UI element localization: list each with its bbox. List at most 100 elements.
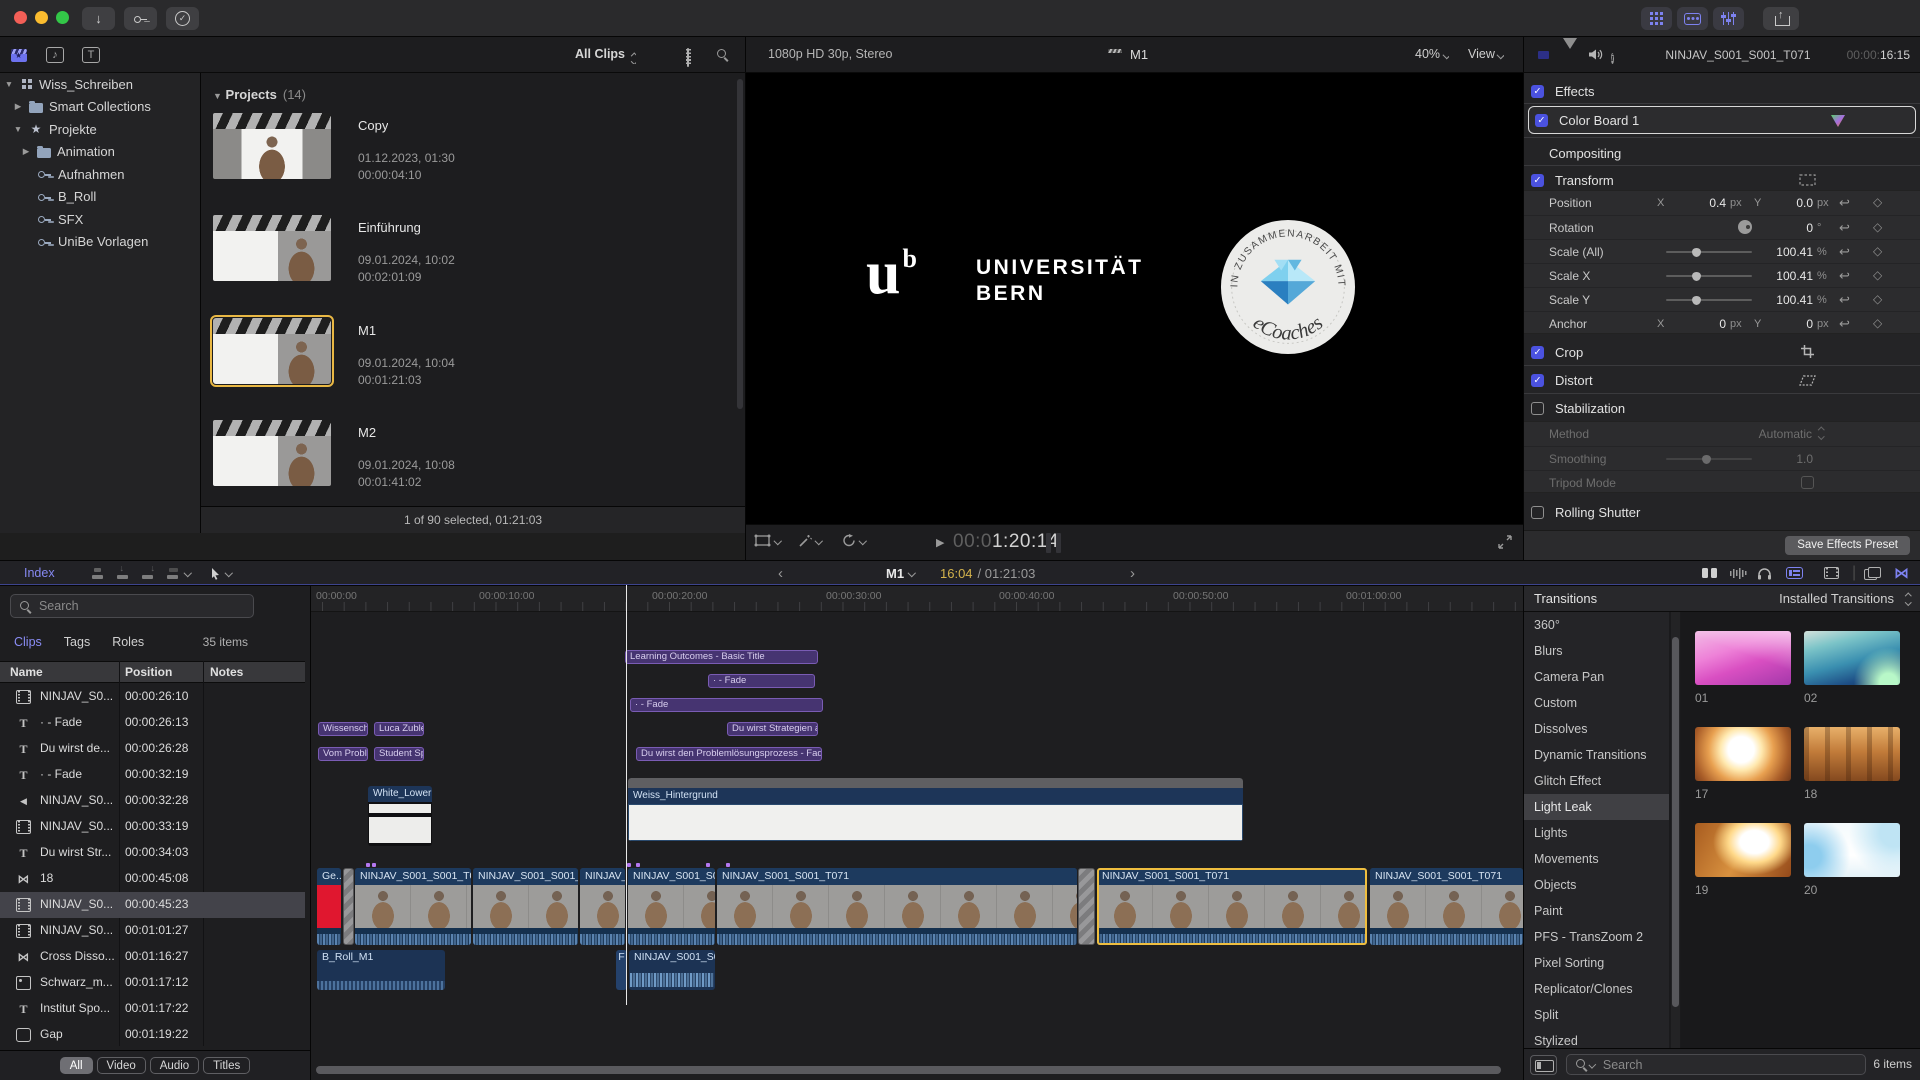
scale-x-slider[interactable] [1666,275,1752,277]
title-clip[interactable]: Vom Proble... [318,747,368,761]
transition-thumbnail[interactable] [1695,631,1791,685]
keyframe-diamond-icon[interactable]: ◇ [1873,244,1882,258]
browser-scrollbar[interactable] [737,79,743,409]
viewer-zoom-dropdown[interactable]: 40% [1415,47,1449,61]
transition-category[interactable]: Camera Pan [1524,664,1669,690]
method-dropdown[interactable]: Automatic [1704,427,1812,441]
filmstrip-view-button[interactable] [687,49,689,67]
scale-all-slider[interactable] [1666,251,1752,253]
index-table-row[interactable]: NINJAV_S0... 00:00:32:28 [0,788,305,814]
tools-dropdown[interactable] [210,561,232,585]
transition-category[interactable]: Paint [1524,898,1669,924]
timeline-ruler[interactable]: 00:00:0000:00:10:0000:00:20:0000:00:30:0… [311,585,1523,612]
insert-clip-button[interactable] [115,561,130,585]
retime-dropdown[interactable] [842,534,866,547]
connected-clip[interactable]: B_Roll_M1 [317,950,445,990]
reset-parameter-button[interactable]: ↩ [1839,220,1850,235]
transition-category[interactable]: Split [1524,1002,1669,1028]
stabilization-checkbox[interactable] [1531,402,1544,415]
disclosure-triangle-icon[interactable]: ▼ [13,124,23,134]
timeline-clip[interactable]: NINJAV_S001_S001_T071 [473,868,578,945]
scale-x-value[interactable]: 100.41 [1761,269,1813,283]
transitions-browser-button[interactable]: ⋈ [1894,561,1909,585]
transition-category[interactable]: Dynamic Transitions [1524,742,1669,768]
reset-parameter-button[interactable]: ↩ [1839,244,1850,259]
disclosure-triangle-icon[interactable]: ▼ [4,79,14,89]
tripod-mode-checkbox[interactable] [1801,476,1814,489]
transform-onscreen-icon[interactable] [1799,174,1816,186]
browser-toggle-button[interactable] [1641,7,1672,30]
index-table-row[interactable]: · - Fade 00:00:26:13 [0,710,305,736]
transition-category[interactable]: Glitch Effect [1524,768,1669,794]
video-canvas[interactable]: ub UNIVERSITÄTBERN IN ZUSAMMENARBEIT MIT [746,73,1523,524]
index-tab[interactable]: Clips [14,635,42,649]
sidebar-item[interactable]: ▼ Wiss_Schreiben [0,73,200,96]
index-table-row[interactable]: Du wirst Str... 00:00:34:03 [0,840,305,866]
keyword-editor-button[interactable] [124,7,157,30]
white-lower-clip[interactable]: White_Lower [368,786,432,846]
next-project-button[interactable]: › [1130,561,1135,585]
viewer-view-dropdown[interactable]: View [1468,47,1504,61]
transitions-search-field[interactable] [1566,1054,1866,1075]
title-clip[interactable]: Du wirst den Problemlösungsprozess - Fad… [636,747,822,761]
photos-browser-button[interactable] [1864,561,1880,585]
index-search-input[interactable] [37,598,245,614]
timeline-clip[interactable]: NINJAV_S001_S001_T... [628,868,715,945]
share-button[interactable] [1763,7,1799,30]
scale-y-slider[interactable] [1666,299,1752,301]
crop-icon[interactable] [1801,345,1814,358]
connect-clip-button[interactable] [90,561,105,585]
index-table-row[interactable]: NINJAV_S0... 00:01:01:27 [0,918,305,944]
index-table-row[interactable]: Cross Disso... 00:01:16:27 [0,944,305,970]
index-table-row[interactable]: NINJAV_S0... 00:00:45:23 [0,892,305,918]
playhead[interactable] [626,585,627,1005]
anchor-y-value[interactable]: 0 [1769,317,1813,331]
transition-category[interactable]: Light Leak [1524,794,1669,820]
transform-checkbox[interactable] [1531,174,1544,187]
transitions-search-input[interactable] [1601,1057,1857,1073]
import-media-button[interactable]: ↓ [82,7,115,30]
transition-thumbnail[interactable] [1804,823,1900,877]
connected-clip[interactable]: NINJAV_S001_S001_... [629,950,715,990]
sidebar-item[interactable]: Aufnahmen [0,163,200,186]
background-tasks-button[interactable]: ✓ [166,7,199,30]
column-header-position[interactable]: Position [125,665,172,679]
column-header-name[interactable]: Name [10,665,43,679]
reset-parameter-button[interactable]: ↩ [1839,268,1850,283]
trim-tool-button[interactable] [1702,561,1718,585]
title-clip[interactable]: · - Fade [630,698,823,712]
title-clip[interactable]: Learning Outcomes - Basic Title [625,650,818,664]
enhancements-dropdown[interactable] [798,534,822,547]
index-tab[interactable]: Roles [112,635,144,649]
timeline-clip[interactable]: Ge... [317,868,341,945]
distort-icon[interactable] [1799,375,1816,386]
minimize-window-button[interactable] [35,11,48,24]
transition-category[interactable]: Lights [1524,820,1669,846]
titles-generators-sidebar-button[interactable]: T [78,43,104,67]
timeline-clip[interactable]: NINJAV_S001_S001_T071 [1370,868,1523,945]
clip-appearance-button[interactable] [1786,561,1803,585]
scale-y-value[interactable]: 100.41 [1761,293,1813,307]
weiss-hintergrund-clip[interactable]: Weiss_Hintergrund [628,778,1243,841]
index-table-row[interactable]: 18 00:00:45:08 [0,866,305,892]
position-y-value[interactable]: 0.0 [1769,196,1813,210]
project-item[interactable]: Einführung 09.01.2024, 10:02 00:02:01:09 [213,215,733,285]
fullscreen-button[interactable] [1498,535,1512,554]
audio-meter[interactable] [1046,533,1051,553]
sidebar-item[interactable]: B_Roll [0,186,200,209]
index-table-row[interactable]: NINJAV_S0... 00:00:26:10 [0,684,305,710]
index-table-row[interactable]: Gap 00:01:19:22 [0,1022,305,1048]
sidebar-toggle-button[interactable] [1530,1055,1557,1075]
index-table-row[interactable]: Institut Spo... 00:01:17:22 [0,996,305,1022]
project-item[interactable]: M2 09.01.2024, 10:08 00:01:41:02 [213,420,733,490]
title-clip[interactable]: Luca Zuble... [374,722,424,736]
reset-parameter-button[interactable]: ↩ [1839,292,1850,307]
reset-parameter-button[interactable]: ↩ [1839,316,1850,331]
color-inspector-tab[interactable] [1563,49,1577,67]
solo-button[interactable] [1757,561,1772,585]
timeline-clip[interactable]: NINJAV_S... [580,868,625,945]
project-item[interactable]: M1 09.01.2024, 10:04 00:01:21:03 [213,318,733,388]
transition-category[interactable]: Dissolves [1524,716,1669,742]
audio-meter[interactable] [1056,533,1061,553]
rotation-value[interactable]: 0 [1785,221,1813,235]
